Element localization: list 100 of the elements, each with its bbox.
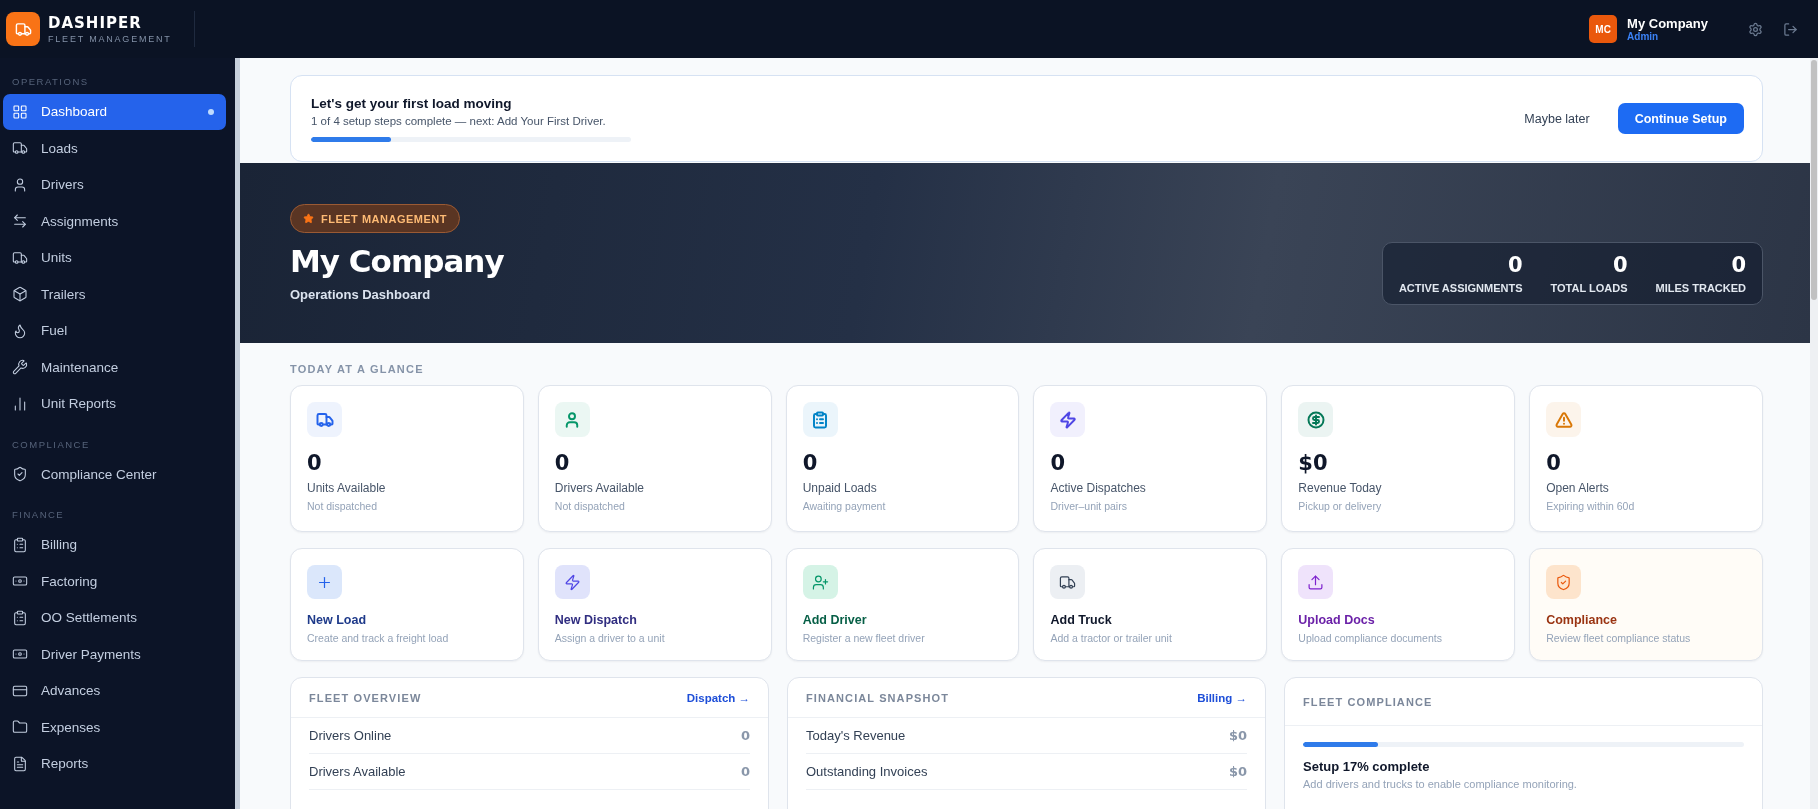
stat-value: 0: [1612, 252, 1628, 277]
stat-value: $0: [1298, 451, 1329, 475]
stat-label: Revenue Today: [1298, 481, 1383, 495]
maybe-later-button[interactable]: Maybe later: [1518, 110, 1596, 127]
compliance-headline: Setup 17% complete: [1303, 759, 1431, 774]
row-value: 0: [740, 728, 750, 743]
action-card[interactable]: Add Driver Register a new fleet driver: [785, 548, 1020, 661]
document-icon: [12, 755, 28, 772]
dispatch-link[interactable]: Dispatch →: [686, 691, 750, 704]
folder-icon: [12, 719, 28, 736]
clipboard-icon: [12, 609, 28, 626]
bar-chart-icon: [12, 395, 28, 412]
wrench-icon: [12, 359, 28, 376]
action-card[interactable]: New Load Create and track a freight load: [290, 548, 524, 661]
billing-link[interactable]: Billing →: [1197, 691, 1247, 704]
panel-title: FLEET OVERVIEW: [309, 691, 422, 704]
sidebar-item[interactable]: Driver Payments: [3, 636, 226, 672]
action-title[interactable]: Compliance: [1546, 613, 1746, 627]
sidebar-item[interactable]: Maintenance: [3, 349, 226, 385]
stat-value: 0: [1050, 451, 1067, 475]
logo-icon: [6, 12, 40, 46]
section-title: COMPLIANCE: [11, 437, 91, 452]
action-note: Upload compliance documents: [1298, 632, 1443, 644]
action-card[interactable]: Compliance Review fleet compliance status: [1529, 548, 1763, 661]
hero-badge: FLEET MANAGEMENT: [290, 204, 460, 233]
stat-note: Driver–unit pairs: [1050, 500, 1128, 512]
setup-subtitle: 1 of 4 setup steps complete — next: Add Your First Driver.: [311, 114, 607, 127]
stat-note: Pickup or delivery: [1298, 500, 1383, 512]
brand-tagline: FLEET MANAGEMENT: [48, 34, 172, 44]
section-heading: TODAY AT A GLANCE: [290, 363, 425, 375]
stat-label: MILES TRACKED: [1655, 281, 1746, 294]
action-title[interactable]: New Load: [307, 613, 507, 627]
row-value: 0: [740, 764, 750, 779]
sidebar-item[interactable]: Unit Reports: [3, 386, 226, 422]
action-note: Review fleet compliance status: [1546, 632, 1692, 644]
company-name: My Company: [1627, 16, 1708, 31]
stat-label: ACTIVE ASSIGNMENTS: [1398, 281, 1523, 294]
sidebar-item[interactable]: Factoring: [3, 563, 226, 599]
action-note: Add a tractor or trailer unit: [1050, 632, 1173, 644]
stat-label: Drivers Available: [554, 481, 645, 495]
truck-icon: [12, 249, 28, 266]
sidebar-item[interactable]: Compliance Center: [3, 456, 226, 492]
continue-setup-button[interactable]: Continue Setup: [1617, 103, 1744, 134]
sidebar-item[interactable]: Trailers: [3, 276, 226, 312]
sidebar-item[interactable]: Reports: [3, 746, 226, 782]
action-title[interactable]: Add Driver: [802, 613, 1003, 627]
hero-subtitle: Operations Dashboard: [290, 287, 432, 302]
person-icon: [12, 176, 28, 193]
action-card[interactable]: Add Truck Add a tractor or trailer unit: [1033, 548, 1268, 661]
truck-icon: [1059, 573, 1077, 591]
sidebar-item[interactable]: Drivers: [3, 167, 226, 203]
avatar: MC: [1589, 15, 1618, 43]
stat-value: 0: [1546, 451, 1562, 475]
stat-note: Expiring within 60d: [1546, 500, 1636, 512]
section-title: FINANCE: [11, 508, 66, 522]
stat-label: Open Alerts: [1546, 481, 1610, 495]
stat-label: Unpaid Loads: [802, 481, 878, 495]
sidebar-item[interactable]: Dashboard: [3, 94, 226, 130]
sidebar-item[interactable]: Assignments: [3, 203, 226, 239]
row-value: $0: [1228, 728, 1247, 743]
action-title[interactable]: Add Truck: [1050, 613, 1251, 627]
row-value: $0: [1228, 764, 1247, 779]
action-title[interactable]: Upload Docs: [1298, 613, 1499, 627]
action-title[interactable]: New Dispatch: [554, 613, 755, 627]
action-card[interactable]: New Dispatch Assign a driver to a unit: [537, 548, 772, 661]
sidebar-item[interactable]: Advances: [3, 673, 226, 709]
star-icon: [303, 213, 314, 224]
stat-label: Active Dispatches: [1050, 481, 1147, 495]
shield-icon: [1555, 573, 1573, 591]
stat-value: 0: [802, 451, 819, 475]
action-note: Assign a driver to a unit: [554, 632, 666, 644]
active-dot: [208, 108, 214, 115]
sidebar-item[interactable]: OO Settlements: [3, 600, 226, 636]
row-label: Outstanding Invoices: [806, 764, 928, 779]
action-card[interactable]: Upload Docs Upload compliance documents: [1281, 548, 1516, 661]
logout-icon: [1783, 21, 1798, 37]
arrows-icon: [12, 213, 28, 230]
hero-title: My Company: [290, 243, 505, 279]
grid-icon: [12, 103, 28, 120]
action-note: Create and track a freight load: [307, 632, 450, 644]
stat-label: Units Available: [307, 481, 387, 495]
sidebar-item[interactable]: Loads: [3, 130, 226, 166]
truck-icon: [12, 140, 28, 157]
stat-label: TOTAL LOADS: [1550, 281, 1628, 294]
sidebar-item[interactable]: Billing: [3, 527, 226, 563]
stat-note: Not dispatched: [307, 500, 379, 512]
section-title: OPERATIONS: [11, 75, 90, 89]
box-icon: [12, 286, 28, 303]
flame-icon: [12, 322, 28, 339]
sidebar-item[interactable]: Units: [3, 240, 226, 276]
row-label: Drivers Available: [309, 764, 406, 779]
gear-icon: [1748, 21, 1763, 37]
row-label: Today's Revenue: [806, 728, 906, 743]
sidebar-item[interactable]: Expenses: [3, 709, 226, 745]
sidebar-item[interactable]: Fuel: [3, 313, 226, 349]
person-plus-icon: [811, 573, 829, 591]
user-role: Admin: [1627, 31, 1660, 42]
clipboard-icon: [12, 536, 28, 553]
shield-icon: [12, 466, 28, 483]
setup-title: Let's get your first load moving: [311, 95, 513, 111]
